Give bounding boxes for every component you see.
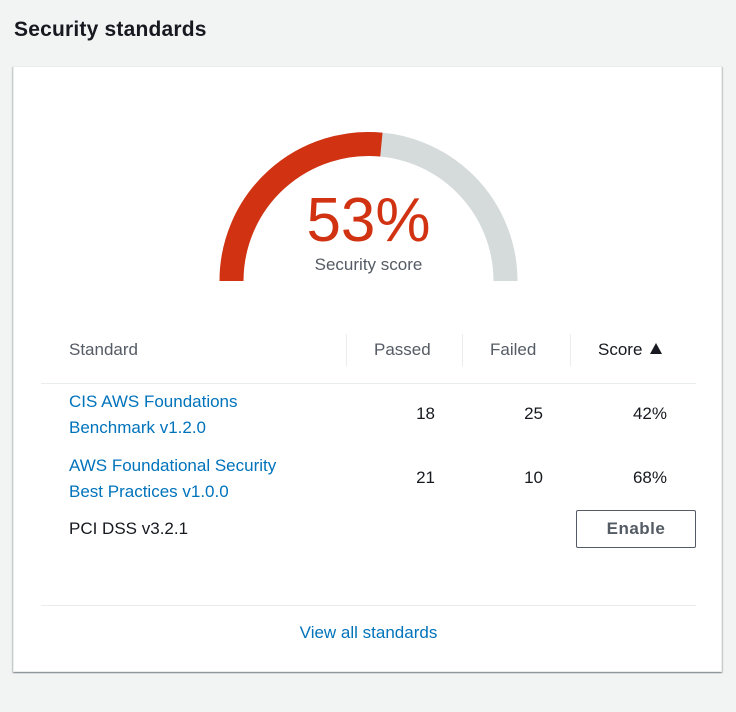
standard-name-line: CIS AWS Foundations xyxy=(69,392,238,411)
standard-link-cis[interactable]: CIS AWS Foundations Benchmark v1.2.0 xyxy=(69,392,238,437)
section-title: Security standards xyxy=(14,18,207,41)
standard-link-aws-foundational[interactable]: AWS Foundational Security Best Practices … xyxy=(69,456,276,501)
column-divider xyxy=(462,334,463,366)
standards-table-header: Standard Passed Failed Score xyxy=(41,329,696,384)
security-standards-card: 53% Security score Standard Passed Faile… xyxy=(13,66,722,672)
column-header-score-label: Score xyxy=(598,340,643,359)
table-row: AWS Foundational Security Best Practices … xyxy=(41,453,696,509)
column-header-standard[interactable]: Standard xyxy=(69,329,138,383)
column-divider xyxy=(570,334,571,366)
standard-name: CIS AWS Foundations Benchmark v1.2.0 xyxy=(69,389,329,441)
security-score-value: 53% xyxy=(306,186,431,255)
failed-count: 25 xyxy=(524,404,543,423)
score-value: 42% xyxy=(632,404,667,423)
standard-name-pci: PCI DSS v3.2.1 xyxy=(69,519,189,538)
view-all-standards-link[interactable]: View all standards xyxy=(300,623,438,642)
footer: View all standards xyxy=(14,623,723,643)
footer-divider xyxy=(41,605,696,606)
table-row: PCI DSS v3.2.1 Enable xyxy=(41,510,696,550)
standard-name-line: AWS Foundational Security xyxy=(69,456,277,475)
passed-count: 21 xyxy=(416,468,435,487)
table-row: CIS AWS Foundations Benchmark v1.2.0 18 2… xyxy=(41,389,696,445)
failed-count: 10 xyxy=(524,468,543,487)
column-header-score[interactable]: Score xyxy=(598,329,663,383)
column-divider xyxy=(346,334,347,366)
column-header-failed[interactable]: Failed xyxy=(490,329,536,383)
caret-up-icon xyxy=(650,343,663,354)
security-score-label: Security score xyxy=(314,255,423,274)
standard-name-line: Best Practices v1.0.0 xyxy=(69,482,229,501)
passed-count: 18 xyxy=(416,404,435,423)
score-value: 68% xyxy=(632,468,667,487)
standard-name: AWS Foundational Security Best Practices … xyxy=(69,453,329,505)
column-header-passed[interactable]: Passed xyxy=(374,329,431,383)
standard-name-line: Benchmark v1.2.0 xyxy=(69,418,207,437)
enable-button[interactable]: Enable xyxy=(576,510,696,548)
